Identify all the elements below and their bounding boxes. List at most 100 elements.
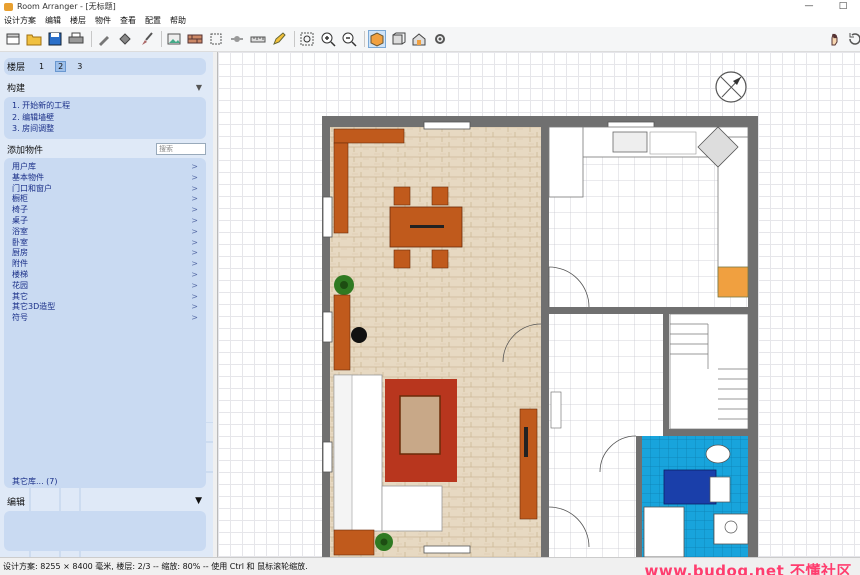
floor-1-button[interactable]: 1 [37, 62, 46, 71]
menu-view[interactable]: 查看 [120, 15, 136, 26]
interior-wall [663, 314, 669, 429]
floor-label: 楼层 [7, 63, 26, 73]
build-step-room-adjust[interactable]: 3. 房间调整 [12, 123, 206, 135]
toolbar-separator [91, 31, 92, 47]
chevron-right-icon: > [191, 248, 198, 258]
menu-floor[interactable]: 楼层 [70, 15, 86, 26]
build-step-new-project[interactable]: 1. 开始新的工程 [12, 100, 206, 112]
chevron-down-icon[interactable]: ▼ [195, 496, 202, 506]
menu-design[interactable]: 设计方案 [4, 15, 36, 26]
brush-icon[interactable] [137, 30, 155, 48]
piano[interactable] [333, 294, 351, 371]
pencil-icon[interactable] [270, 30, 288, 48]
toolbar [0, 27, 860, 52]
import-image-icon[interactable] [165, 30, 183, 48]
pick-icon[interactable] [95, 30, 113, 48]
ruler-icon[interactable] [249, 30, 267, 48]
floor-3-button[interactable]: 3 [75, 62, 84, 71]
new-file-icon[interactable] [4, 30, 22, 48]
radiator[interactable] [550, 391, 562, 429]
title-bar: Room Arranger - [无标题] — □ [0, 0, 860, 13]
build-steps: 1. 开始新的工程 2. 编辑墙壁 3. 房间调整 [4, 97, 206, 139]
category-stairs[interactable]: 楼梯 > [12, 270, 206, 281]
stool[interactable] [351, 327, 367, 343]
bucket-icon[interactable] [116, 30, 134, 48]
plant-icon [334, 275, 354, 295]
category-cabinets[interactable]: 橱柜 > [12, 194, 206, 205]
edit-panel [4, 511, 206, 551]
settings-icon[interactable] [431, 30, 449, 48]
chevron-right-icon: > [191, 237, 198, 247]
chevron-right-icon: > [191, 162, 198, 171]
dimension-icon[interactable] [228, 30, 246, 48]
floor-selector: 楼层 1 2 3 [4, 58, 206, 75]
menu-help[interactable]: 帮助 [170, 15, 186, 26]
zoom-out-icon[interactable] [340, 30, 358, 48]
search-input[interactable]: 搜索 [156, 143, 206, 155]
category-kitchen[interactable]: 厨房 > [12, 248, 206, 259]
interior-wall [541, 264, 549, 324]
hand-icon[interactable] [826, 30, 844, 48]
chevron-right-icon: > [191, 215, 198, 225]
print-icon[interactable] [67, 30, 85, 48]
toolbar-separator [161, 31, 162, 47]
left-panel: 楼层 1 2 3 构建 ▼ 1. 开始新的工程 2. 编辑墙壁 3. 房间调整 … [0, 52, 213, 557]
compass-icon [715, 71, 747, 103]
tv-cabinet[interactable] [519, 408, 538, 520]
category-bedroom[interactable]: 卧室 > [12, 238, 206, 249]
menu-edit[interactable]: 编辑 [45, 15, 61, 26]
status-bar: 设计方案: 8255 × 8400 毫米, 楼层: 2/3 -- 缩放: 80%… [0, 557, 860, 575]
more-libraries-link[interactable]: 其它库... (7) [12, 476, 58, 487]
interior-wall [549, 307, 748, 314]
category-tables[interactable]: 桌子 > [12, 216, 206, 227]
chevron-right-icon: > [191, 269, 198, 279]
interior-wall [663, 429, 748, 436]
menu-objects[interactable]: 物件 [95, 15, 111, 26]
build-step-edit-walls[interactable]: 2. 编辑墙壁 [12, 112, 206, 124]
category-user-library[interactable]: 用户库 > [12, 162, 206, 173]
save-icon[interactable] [46, 30, 64, 48]
zoom-fit-icon[interactable] [298, 30, 316, 48]
menu-bar: 设计方案 编辑 楼层 物件 查看 配置 帮助 [0, 13, 860, 27]
rotate-icon[interactable] [846, 30, 860, 48]
app-icon [4, 2, 13, 11]
category-other-3d[interactable]: 其它3D造型 > [12, 302, 206, 313]
menu-config[interactable]: 配置 [145, 15, 161, 26]
minimize-button[interactable]: — [792, 0, 826, 13]
object-categories: 用户库 > 基本物件 > 门口和窗户 > 橱柜 > 椅子 > 桌子 > 浴室 > 卧室 > 厨房… [4, 158, 206, 488]
tv[interactable] [524, 427, 528, 457]
toolbar-separator [364, 31, 365, 47]
interior-wall [541, 362, 549, 557]
brick-wall-icon[interactable] [186, 30, 204, 48]
edit-section-header[interactable]: 编辑 ▼ [4, 493, 206, 509]
add-objects-header: 添加物件 搜索 [4, 142, 206, 156]
chevron-down-icon[interactable]: ▼ [196, 83, 202, 92]
view-3d-house-icon[interactable] [410, 30, 428, 48]
side-table[interactable] [333, 529, 375, 556]
chevron-right-icon: > [191, 313, 198, 323]
staircase[interactable] [669, 313, 749, 430]
chevron-right-icon: > [191, 205, 198, 215]
category-garden[interactable]: 花园 > [12, 281, 206, 292]
build-section-header[interactable]: 构建 ▼ [4, 79, 206, 95]
edit-title: 编辑 [7, 497, 26, 508]
floor-plan[interactable] [218, 52, 860, 557]
category-bathroom[interactable]: 浴室 > [12, 227, 206, 238]
design-canvas[interactable] [217, 52, 860, 557]
category-doors-windows[interactable]: 门口和窗户 > [12, 184, 206, 195]
carpet[interactable] [385, 379, 457, 482]
category-other[interactable]: 其它 > [12, 292, 206, 303]
status-text: 设计方案: 8255 × 8400 毫米, 楼层: 2/3 -- 缩放: 80%… [3, 562, 308, 571]
maximize-button[interactable]: □ [826, 0, 860, 13]
watermark: www.budog.net 不懂社区 [644, 562, 852, 575]
zoom-in-icon[interactable] [319, 30, 337, 48]
measure-icon[interactable] [207, 30, 225, 48]
view-3d-box-icon[interactable] [389, 30, 407, 48]
floor-2-button[interactable]: 2 [55, 61, 67, 72]
category-basic-objects[interactable]: 基本物件 > [12, 173, 206, 184]
open-folder-icon[interactable] [25, 30, 43, 48]
view-2d-icon[interactable] [368, 30, 386, 48]
category-symbols[interactable]: 符号 > [12, 313, 206, 324]
category-chairs[interactable]: 椅子 > [12, 205, 206, 216]
category-accessories[interactable]: 附件 > [12, 259, 206, 270]
